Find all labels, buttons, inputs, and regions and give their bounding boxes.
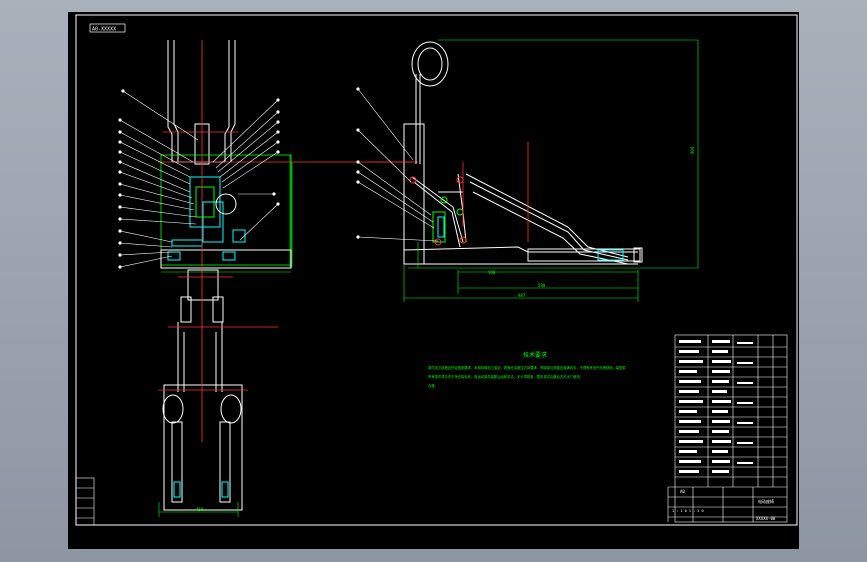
title-block — [667, 334, 788, 523]
front-view — [160, 40, 292, 511]
technical-requirements: 技术要求 零件加工精度应符合图纸要求，采用机械加工保证，表面光洁度应达到要求，焊… — [428, 351, 627, 388]
top-left-label: A0-XXXXX — [92, 27, 116, 33]
bottom-width-dimension: 450 — [196, 507, 204, 512]
tech-requirements-title: 技术要求 — [523, 351, 547, 359]
revision-table — [75, 477, 95, 526]
cad-drawing-canvas[interactable]: A0-XXXXX 450 900 590 987 500 技术要求 零件加工精度… — [68, 12, 799, 549]
side-view-leaders — [356, 87, 439, 242]
front-height-dimension: 500 — [488, 270, 496, 275]
title-block-grid-label: A0 — [680, 489, 685, 494]
side-view — [403, 41, 643, 265]
tech-requirement-line-3: 合格。 — [428, 383, 438, 388]
height-dimension: 900 — [690, 146, 695, 154]
tech-requirement-line-2: 所有零件须清洗干净去除毛刺，各运动部件装配后运转灵活，无卡滞现象，整机调试合格后… — [428, 374, 583, 379]
front-view-center-lines — [158, 40, 418, 442]
front-view-leaders — [118, 89, 280, 269]
drawing-border — [75, 14, 798, 526]
side-view-dimensions — [403, 39, 699, 302]
title-block-fill — [679, 340, 753, 473]
cad-viewport[interactable]: A0-XXXXX 450 900 590 987 500 技术要求 零件加工精度… — [68, 12, 799, 549]
total-length-dimension: 987 — [518, 293, 526, 298]
title-block-product-name: 电动座椅 — [758, 498, 774, 504]
tech-requirement-line-1: 零件加工精度应符合图纸要求，采用机械加工保证，表面光洁度应达到要求，焊接部位焊缝… — [428, 365, 627, 370]
title-block-scale-row: 1 : 1 0 1 : 1 0 — [672, 509, 704, 513]
title-block-drawing-no: XXXXX-00 — [756, 516, 776, 521]
inner-length-dimension: 590 — [538, 283, 546, 288]
